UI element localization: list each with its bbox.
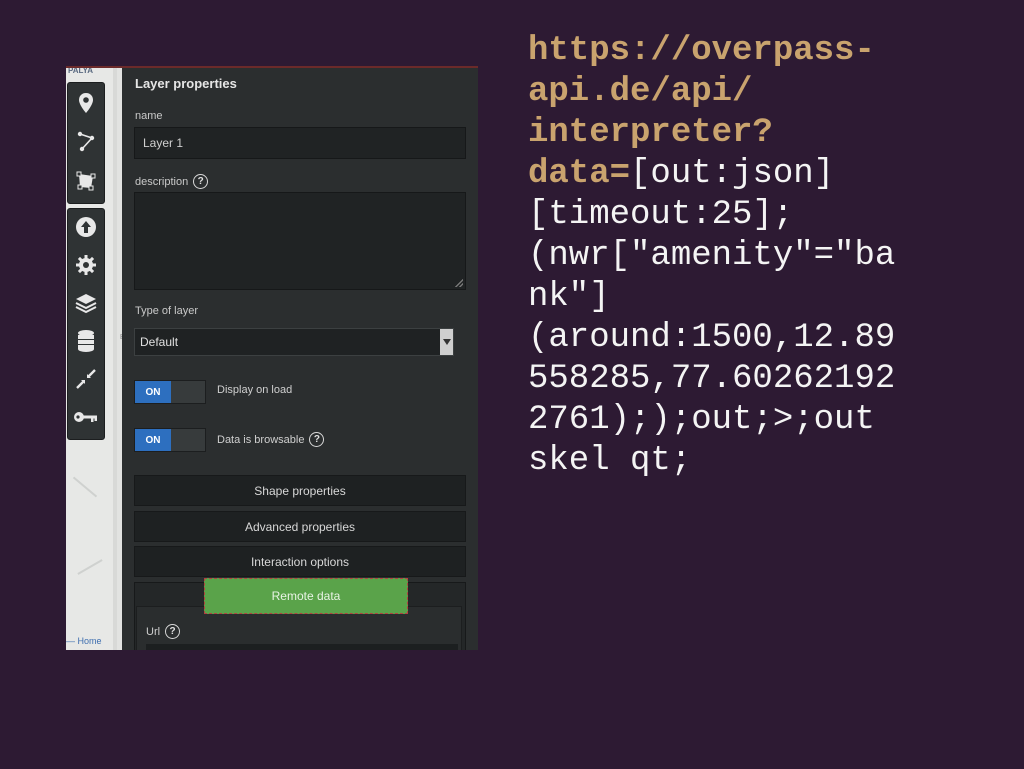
draw-toolbar: [67, 82, 105, 204]
map-attribution-link[interactable]: — Home: [66, 636, 102, 646]
url-line: https://overpass-: [528, 32, 875, 70]
upload-icon[interactable]: [68, 211, 104, 243]
layers-icon[interactable]: [68, 287, 104, 319]
map-area[interactable]: PALYA — Home: [66, 66, 113, 650]
help-icon[interactable]: ?: [165, 624, 181, 639]
database-icon[interactable]: [68, 325, 104, 357]
type-of-layer-select[interactable]: Default: [134, 328, 454, 356]
polyline-icon[interactable]: [68, 125, 104, 157]
chevron-down-icon[interactable]: [440, 329, 453, 355]
umap-screenshot: PALYA — Home Layer properties name Layer…: [66, 66, 478, 650]
query-line: nk"]: [528, 278, 610, 316]
panel-title: Layer properties: [135, 76, 237, 91]
interaction-options-button[interactable]: Interaction options: [134, 546, 466, 577]
url-input[interactable]: [146, 644, 458, 650]
toggle-off-state: [171, 429, 205, 451]
query-line: (around:1500,12.89: [528, 319, 896, 357]
browsable-toggle[interactable]: ON: [134, 428, 206, 452]
panel-top-border: [66, 66, 478, 68]
polygon-icon[interactable]: [68, 165, 104, 197]
remote-data-button[interactable]: Remote data: [204, 578, 408, 614]
url-label: Url ?: [146, 624, 181, 639]
toggle-off-state: [171, 381, 205, 403]
query-line: skel qt;: [528, 442, 692, 480]
description-label: description ?: [135, 174, 209, 189]
query-line: [timeout:25];: [528, 196, 794, 234]
display-on-load-toggle[interactable]: ON: [134, 380, 206, 404]
layer-properties-panel: Layer properties name Layer 1 descriptio…: [122, 66, 478, 650]
help-icon[interactable]: ?: [193, 174, 209, 189]
advanced-properties-button[interactable]: Advanced properties: [134, 511, 466, 542]
collapse-arrows-icon[interactable]: [68, 363, 104, 395]
map-road: [77, 559, 103, 575]
type-of-layer-label: Type of layer: [135, 305, 198, 317]
shape-properties-button[interactable]: Shape properties: [134, 475, 466, 506]
key-icon[interactable]: [68, 401, 104, 433]
toggle-on-state: ON: [135, 429, 171, 451]
description-textarea[interactable]: [134, 192, 466, 290]
query-line: 558285,77.60262192: [528, 360, 896, 398]
help-icon[interactable]: ?: [309, 432, 325, 447]
query-line: [out:json]: [630, 155, 835, 193]
toggle-on-state: ON: [135, 381, 171, 403]
map-road: [72, 476, 98, 498]
query-line: 2761););out;>;out: [528, 401, 875, 439]
url-line: interpreter?: [528, 114, 773, 152]
overpass-url-text: https://overpass- api.de/api/ interprete…: [528, 31, 1008, 482]
url-query-key: data=: [528, 155, 631, 193]
resize-handle-icon[interactable]: [455, 279, 463, 287]
browsable-label: Data is browsable ?: [217, 432, 325, 447]
name-label: name: [135, 110, 163, 122]
edit-toolbar: [67, 208, 105, 440]
marker-icon[interactable]: [68, 87, 104, 119]
gear-icon[interactable]: [68, 249, 104, 281]
name-input[interactable]: Layer 1: [134, 127, 466, 159]
url-line: api.de/api/: [528, 73, 753, 111]
query-line: (nwr["amenity"="ba: [528, 237, 896, 275]
display-on-load-label: Display on load: [217, 384, 293, 396]
